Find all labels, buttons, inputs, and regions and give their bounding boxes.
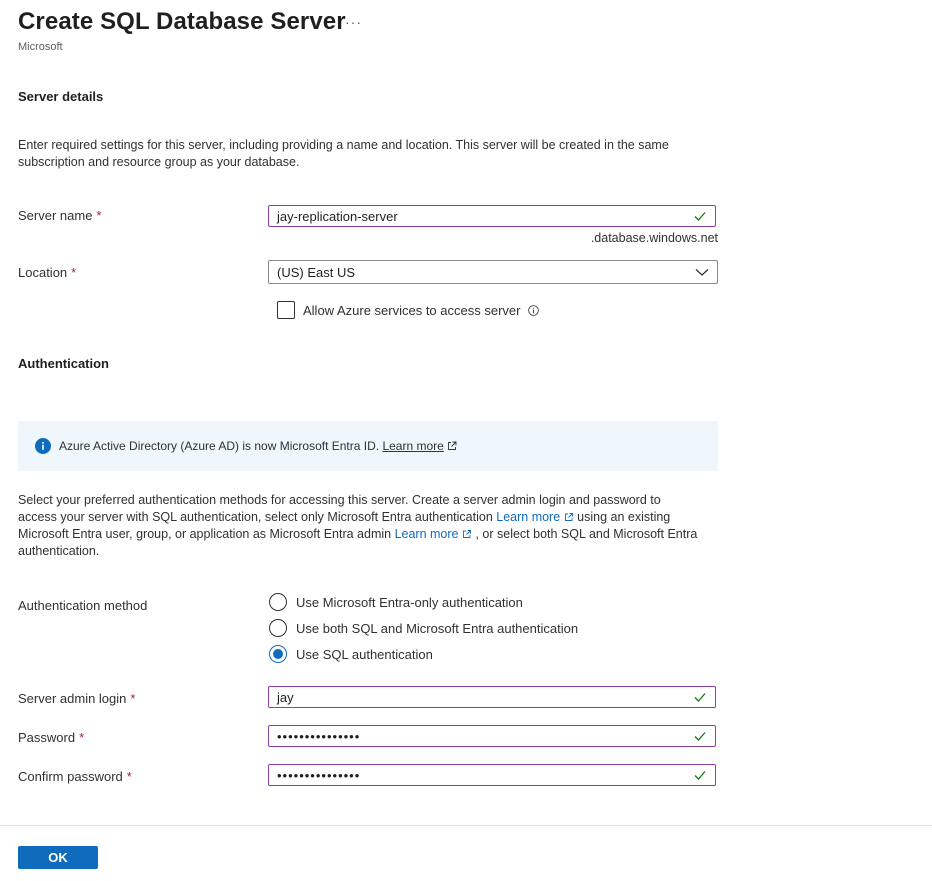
banner-text: Azure Active Directory (Azure AD) is now…: [59, 439, 444, 453]
server-name-label: Server name *: [18, 208, 102, 223]
password-value: •••••••••••••••: [277, 728, 361, 744]
password-label: Password *: [18, 730, 85, 745]
server-details-heading: Server details: [18, 89, 104, 104]
radio-entra-only[interactable]: Use Microsoft Entra-only authentication: [269, 593, 523, 611]
entra-learn-more-link[interactable]: Learn more: [496, 510, 560, 524]
valid-check-icon: [694, 771, 706, 780]
publisher-label: Microsoft: [18, 41, 63, 53]
server-name-value: jay-replication-server: [277, 208, 398, 224]
radio-sql-and-entra[interactable]: Use both SQL and Microsoft Entra authent…: [269, 619, 578, 637]
more-options-button[interactable]: ···: [345, 14, 362, 30]
authentication-heading: Authentication: [18, 356, 109, 371]
footer-divider: [0, 825, 932, 826]
radio-button[interactable]: [269, 619, 287, 637]
server-details-description: Enter required settings for this server,…: [18, 138, 669, 169]
server-name-suffix: .database.windows.net: [590, 231, 718, 245]
valid-check-icon: [694, 693, 706, 702]
auth-method-label: Authentication method: [18, 598, 148, 613]
confirm-password-value: •••••••••••••••: [277, 767, 361, 783]
valid-check-icon: [694, 732, 706, 741]
banner-learn-more-link[interactable]: Learn more: [382, 439, 443, 453]
entra-admin-learn-more-link[interactable]: Learn more: [395, 527, 459, 541]
allow-azure-label: Allow Azure services to access server: [303, 302, 521, 318]
authentication-description: Select your preferred authentication met…: [18, 493, 698, 558]
location-select[interactable]: (US) East US: [268, 260, 718, 284]
info-banner: Azure Active Directory (Azure AD) is now…: [18, 421, 718, 471]
radio-button[interactable]: [269, 593, 287, 611]
chevron-down-icon: [695, 269, 709, 276]
page-title: Create SQL Database Server: [18, 8, 346, 35]
admin-login-value: jay: [277, 689, 294, 705]
info-icon[interactable]: [528, 304, 540, 316]
admin-login-input[interactable]: jay: [268, 686, 716, 708]
radio-button-selected[interactable]: [269, 645, 287, 663]
confirm-password-input[interactable]: •••••••••••••••: [268, 764, 716, 786]
external-link-icon: [447, 441, 457, 450]
allow-azure-checkbox[interactable]: [277, 301, 295, 319]
info-filled-icon: [35, 438, 51, 454]
ok-button[interactable]: OK: [18, 846, 98, 869]
server-name-input[interactable]: jay-replication-server: [268, 205, 716, 227]
allow-azure-row: Allow Azure services to access server: [277, 301, 540, 319]
location-label: Location *: [18, 265, 77, 280]
admin-login-label: Server admin login *: [18, 691, 136, 706]
valid-check-icon: [694, 212, 706, 221]
external-link-icon: [564, 513, 573, 521]
confirm-password-label: Confirm password *: [18, 769, 132, 784]
external-link-icon: [463, 530, 471, 538]
radio-sql-auth[interactable]: Use SQL authentication: [269, 645, 433, 663]
location-value: (US) East US: [277, 264, 356, 280]
password-input[interactable]: •••••••••••••••: [268, 725, 716, 747]
